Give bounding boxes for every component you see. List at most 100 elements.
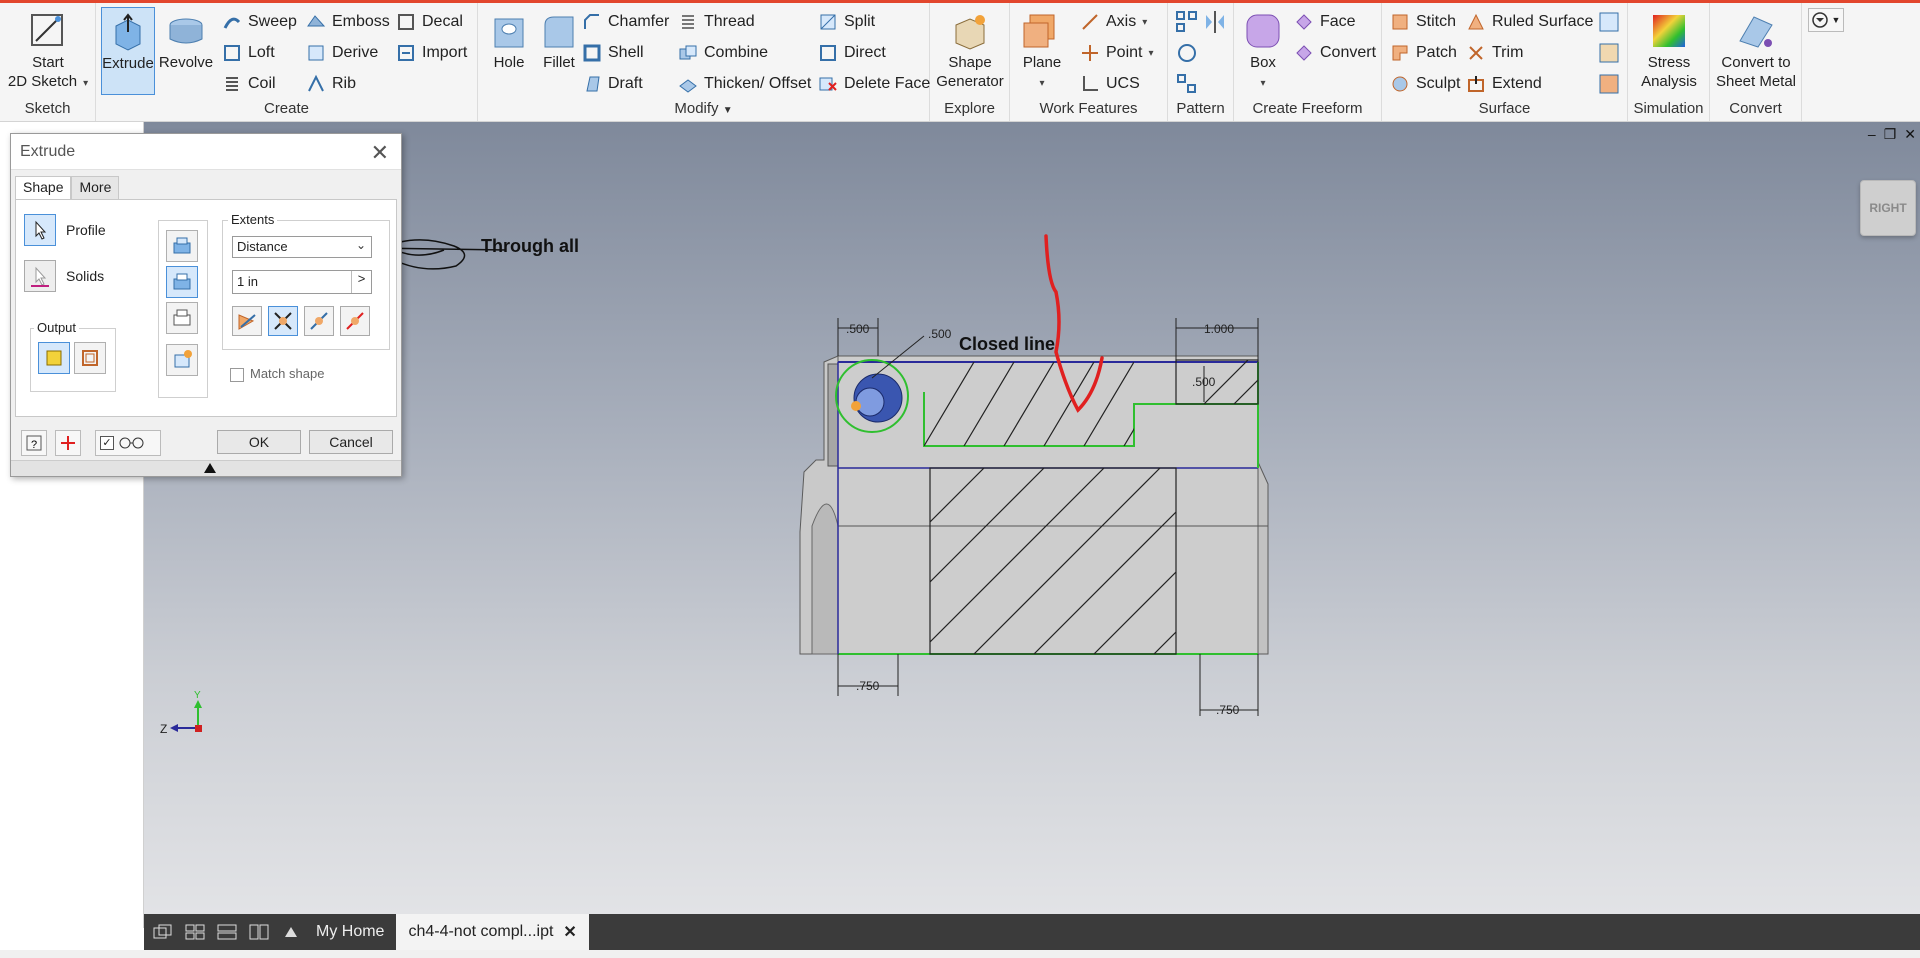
tab-shape[interactable]: Shape (15, 176, 72, 200)
coil-button[interactable]: Coil (222, 71, 276, 97)
dim-top-left[interactable]: .500 (846, 322, 870, 336)
solids-label: Solids (66, 268, 105, 284)
stress-analysis-button[interactable]: Stress Analysis (1630, 7, 1708, 95)
dim-bottom-right[interactable]: .750 (1216, 703, 1240, 717)
tab-active-document[interactable]: ch4-4-not compl...ipt ✕ (396, 914, 589, 950)
match-shape-checkbox[interactable] (230, 368, 244, 382)
tile-windows-icon[interactable] (182, 921, 208, 943)
dim-bottom-left[interactable]: .750 (856, 679, 880, 693)
draft-button[interactable]: Draft (582, 71, 643, 97)
preview-toggle[interactable]: ✓ (95, 430, 161, 456)
ribbon-options-button[interactable]: ▼ (1808, 8, 1844, 32)
plane-button[interactable]: Plane ▾ (1014, 7, 1070, 95)
tile-vertical-icon[interactable] (246, 921, 272, 943)
sweep-button[interactable]: Sweep (222, 9, 297, 35)
dim-right-notch[interactable]: .500 (1192, 375, 1216, 389)
solids-select-button[interactable] (24, 260, 56, 292)
glasses-icon (119, 437, 144, 449)
chamfer-button[interactable]: Chamfer (582, 9, 669, 35)
import-icon (398, 45, 414, 61)
dim-top-center[interactable]: .500 (928, 327, 952, 341)
point-button[interactable]: Point ▾ (1080, 40, 1154, 66)
ruled-surface-button[interactable]: Ruled Surface (1466, 9, 1593, 35)
circular-pattern-button[interactable] (1174, 40, 1200, 66)
sketch-driven-pattern-icon (1177, 74, 1196, 93)
revolve-button[interactable]: Revolve (158, 7, 214, 95)
ucs-button[interactable]: UCS (1080, 71, 1140, 97)
import-button[interactable]: Import (396, 40, 467, 66)
extend-button[interactable]: Extend (1466, 71, 1542, 97)
cancel-button[interactable]: Cancel (309, 430, 393, 454)
face-button[interactable]: Face (1294, 9, 1356, 35)
patch-button[interactable]: Patch (1390, 40, 1457, 66)
hole-button[interactable]: Hole (484, 7, 534, 95)
rib-button[interactable]: Rib (306, 71, 356, 97)
close-tab-icon[interactable]: ✕ (563, 922, 576, 942)
split-icon (820, 14, 836, 30)
intersect-button[interactable] (166, 302, 198, 334)
help-button[interactable]: ? (21, 430, 47, 456)
rectangular-pattern-button[interactable] (1174, 9, 1200, 35)
dialog-close-icon[interactable]: ✕ (371, 140, 389, 166)
direction-1-button[interactable] (232, 306, 262, 336)
shape-generator-icon (955, 15, 985, 50)
tile-horizontal-icon[interactable] (214, 921, 240, 943)
emboss-button[interactable]: Emboss (306, 9, 390, 35)
thicken-offset-button[interactable]: Thicken/ Offset (678, 71, 811, 97)
convert-to-sheet-metal-button[interactable]: Convert to Sheet Metal (1712, 7, 1800, 95)
ok-button[interactable]: OK (217, 430, 301, 454)
asymmetric-button[interactable] (340, 306, 370, 336)
surface-extra-button-2[interactable] (1596, 40, 1622, 66)
extents-dropdown[interactable]: Distance ⌄ (232, 236, 372, 258)
sculpt-button[interactable]: Sculpt (1390, 71, 1460, 97)
surface-extra-button-1[interactable] (1596, 9, 1622, 35)
new-solid-button[interactable] (166, 344, 198, 376)
cascade-windows-icon[interactable] (150, 921, 176, 943)
checkmark-icon: ✓ (100, 436, 114, 450)
profile-select-button[interactable] (24, 214, 56, 246)
start-2d-sketch-button[interactable]: Start 2D Sketch ▾ (2, 7, 94, 95)
group-label-modify[interactable]: Modify ▼ (478, 100, 929, 117)
add-button[interactable] (55, 430, 81, 456)
delete-face-button[interactable]: Delete Face (818, 71, 930, 97)
tab-my-home[interactable]: My Home (304, 914, 396, 950)
output-surface-button[interactable] (74, 342, 106, 374)
mirror-button[interactable] (1202, 9, 1228, 35)
thread-button[interactable]: Thread (678, 9, 755, 35)
symmetric-button[interactable] (304, 306, 334, 336)
fillet-icon (544, 16, 574, 48)
split-button[interactable]: Split (818, 9, 875, 35)
combine-button[interactable]: Combine (678, 40, 768, 66)
ribbon-group-create-freeform: Box ▾ Face Convert Create Freeform (1234, 3, 1382, 121)
box-button[interactable]: Box ▾ (1238, 7, 1288, 95)
dim-top-right[interactable]: 1.000 (1204, 322, 1234, 336)
loft-button[interactable]: Loft (222, 40, 275, 66)
fillet-button[interactable]: Fillet (534, 7, 584, 95)
trim-button[interactable]: Trim (1466, 40, 1523, 66)
graphics-viewport[interactable]: – ❐ ✕ RIGHT .500 .500 1.000 .500 .750 .7… (144, 122, 1920, 914)
stitch-button[interactable]: Stitch (1390, 9, 1456, 35)
dialog-titlebar[interactable]: Extrude (11, 134, 401, 170)
axis-button[interactable]: Axis ▾ (1080, 9, 1147, 35)
convert-button[interactable]: Convert (1294, 40, 1376, 66)
distance-input[interactable]: 1 in > (232, 270, 372, 294)
tab-more[interactable]: More (71, 176, 120, 200)
sketch-driven-pattern-button[interactable] (1174, 71, 1200, 97)
output-solid-button[interactable] (38, 342, 70, 374)
join-button[interactable] (166, 230, 198, 262)
direction-2-button[interactable] (268, 306, 298, 336)
cut-button[interactable] (166, 266, 198, 298)
distance-more-icon[interactable]: > (351, 271, 371, 293)
derive-button[interactable]: Derive (306, 40, 378, 66)
dialog-collapse-handle[interactable] (11, 460, 401, 476)
chevron-down-icon: ▾ (1260, 78, 1266, 89)
surface-extra-button-3[interactable] (1596, 71, 1622, 97)
document-list-caret-icon[interactable] (278, 921, 304, 943)
decal-button[interactable]: Decal (396, 9, 463, 35)
shell-button[interactable]: Shell (582, 40, 644, 66)
shape-generator-button[interactable]: Shape Generator (932, 7, 1008, 95)
group-label-surface: Surface (1478, 100, 1531, 117)
extrude-button[interactable]: Extrude (101, 7, 155, 95)
direct-button[interactable]: Direct (818, 40, 886, 66)
replace-face-icon (1599, 43, 1619, 63)
